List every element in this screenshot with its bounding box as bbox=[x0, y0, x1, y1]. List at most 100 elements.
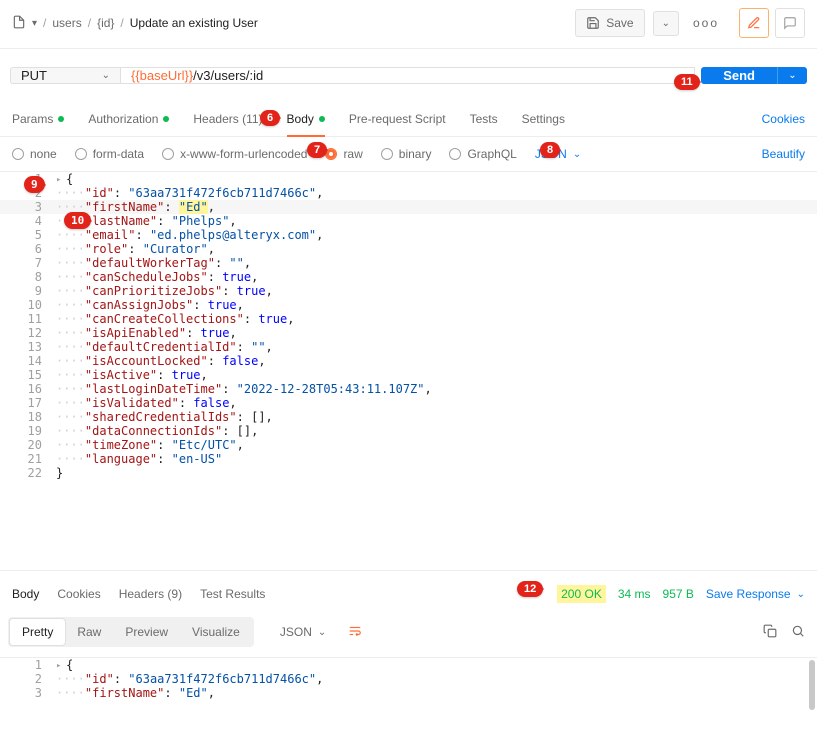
view-preview[interactable]: Preview bbox=[113, 619, 180, 645]
beautify-button[interactable]: Beautify bbox=[762, 147, 805, 161]
status-dot bbox=[58, 116, 64, 122]
view-visualize[interactable]: Visualize bbox=[180, 619, 252, 645]
method-select[interactable]: PUT ⌄ bbox=[10, 67, 120, 84]
comments-button[interactable] bbox=[775, 8, 805, 38]
line-number: 8 bbox=[0, 270, 56, 284]
send-dropdown[interactable]: ⌄ bbox=[777, 67, 807, 84]
wrap-lines-button[interactable] bbox=[340, 618, 370, 647]
status-time: 34 ms bbox=[618, 587, 651, 601]
radio-icon bbox=[381, 148, 393, 160]
radio-icon bbox=[75, 148, 87, 160]
code-line: 17····"isValidated": false, bbox=[0, 396, 817, 410]
breadcrumb-segment[interactable]: {id} bbox=[97, 16, 114, 30]
response-view-segment: Pretty Raw Preview Visualize bbox=[8, 617, 254, 647]
scrollbar[interactable] bbox=[809, 660, 815, 710]
body-type-binary[interactable]: binary bbox=[381, 147, 432, 161]
line-number: 9 bbox=[0, 284, 56, 298]
chevron-down-icon: ⌄ bbox=[662, 18, 670, 29]
tab-params[interactable]: Params bbox=[12, 102, 64, 136]
line-number: 3 bbox=[0, 686, 56, 700]
more-menu[interactable]: ooo bbox=[687, 16, 725, 30]
tab-authorization[interactable]: Authorization bbox=[88, 102, 169, 136]
line-number: 5 bbox=[0, 228, 56, 242]
tab-settings[interactable]: Settings bbox=[522, 102, 565, 136]
code-line: 8····"canScheduleJobs": true, bbox=[0, 270, 817, 284]
code-line: 1▸{ bbox=[0, 172, 817, 186]
url-path: /v3/users/:id bbox=[193, 68, 263, 83]
annotation-8: 8 bbox=[540, 142, 560, 158]
response-format-dropdown[interactable]: JSON⌄ bbox=[270, 619, 336, 645]
line-number: 13 bbox=[0, 340, 56, 354]
body-type-form-data[interactable]: form-data bbox=[75, 147, 144, 161]
edit-button[interactable] bbox=[739, 8, 769, 38]
pencil-icon bbox=[747, 16, 761, 30]
cookies-link[interactable]: Cookies bbox=[762, 102, 805, 136]
response-tab-body[interactable]: Body bbox=[12, 587, 39, 601]
search-response-button[interactable] bbox=[791, 624, 805, 641]
annotation-10: 10 bbox=[64, 212, 91, 229]
save-icon bbox=[586, 16, 600, 30]
response-tab-cookies[interactable]: Cookies bbox=[57, 587, 100, 601]
request-title[interactable]: Update an existing User bbox=[130, 16, 258, 30]
method-label: PUT bbox=[21, 68, 47, 83]
response-tab-tests[interactable]: Test Results bbox=[200, 587, 265, 601]
annotation-12: 12 bbox=[517, 581, 543, 597]
code-line: 13····"defaultCredentialId": "", bbox=[0, 340, 817, 354]
body-type-none[interactable]: none bbox=[12, 147, 57, 161]
code-line: 11····"canCreateCollections": true, bbox=[0, 312, 817, 326]
code-line: 1▸{ bbox=[0, 658, 817, 672]
response-tab-headers[interactable]: Headers (9) bbox=[119, 587, 182, 601]
status-dot bbox=[163, 116, 169, 122]
url-input[interactable]: {{baseUrl}}/v3/users/:id bbox=[120, 67, 695, 84]
tab-headers[interactable]: Headers (11) bbox=[193, 102, 262, 136]
breadcrumb-segment[interactable]: users bbox=[52, 16, 81, 30]
chevron-down-icon: ⌄ bbox=[788, 70, 796, 81]
copy-response-button[interactable] bbox=[763, 624, 777, 641]
code-line: 12····"isApiEnabled": true, bbox=[0, 326, 817, 340]
url-variable: {{baseUrl}} bbox=[131, 68, 193, 83]
chevron-down-icon: ⌄ bbox=[102, 70, 110, 81]
save-button[interactable]: Save bbox=[575, 9, 644, 37]
radio-icon bbox=[12, 148, 24, 160]
tab-body[interactable]: Body bbox=[287, 102, 325, 136]
view-pretty[interactable]: Pretty bbox=[10, 619, 65, 645]
code-line: 21····"language": "en-US" bbox=[0, 452, 817, 466]
breadcrumb: ▾ / users / {id} / Update an existing Us… bbox=[12, 15, 258, 32]
status-code: 200 OK bbox=[557, 585, 606, 603]
code-line: 19····"dataConnectionIds": [], bbox=[0, 424, 817, 438]
line-number: 12 bbox=[0, 326, 56, 340]
body-type-urlencoded[interactable]: x-www-form-urlencoded bbox=[162, 147, 307, 161]
wrap-icon bbox=[348, 624, 362, 638]
code-line: 22} bbox=[0, 466, 817, 480]
annotation-9: 9 bbox=[24, 176, 45, 193]
line-number: 11 bbox=[0, 312, 56, 326]
code-line: 3····"firstName": "Ed", bbox=[0, 200, 817, 214]
save-response-button[interactable]: Save Response⌄ bbox=[706, 587, 805, 601]
radio-icon bbox=[449, 148, 461, 160]
copy-icon bbox=[763, 624, 777, 638]
code-line: 5····"email": "ed.phelps@alteryx.com", bbox=[0, 228, 817, 242]
response-body-editor[interactable]: 1▸{2····"id": "63aa731f472f6cb711d7466c"… bbox=[0, 658, 817, 700]
request-body-editor[interactable]: 9 10 1▸{2····"id": "63aa731f472f6cb711d7… bbox=[0, 171, 817, 571]
status-size: 957 B bbox=[663, 587, 694, 601]
save-dropdown[interactable]: ⌄ bbox=[653, 11, 679, 36]
tab-tests[interactable]: Tests bbox=[470, 102, 498, 136]
chevron-down-icon: ⌄ bbox=[318, 627, 326, 638]
line-number: 22 bbox=[0, 466, 56, 480]
line-number: 16 bbox=[0, 382, 56, 396]
code-line: 18····"sharedCredentialIds": [], bbox=[0, 410, 817, 424]
search-icon bbox=[791, 624, 805, 638]
line-number: 6 bbox=[0, 242, 56, 256]
code-line: 6····"role": "Curator", bbox=[0, 242, 817, 256]
code-line: 2····"id": "63aa731f472f6cb711d7466c", bbox=[0, 672, 817, 686]
tab-pre-request[interactable]: Pre-request Script bbox=[349, 102, 446, 136]
line-number: 15 bbox=[0, 368, 56, 382]
chevron-down-icon: ⌄ bbox=[573, 149, 581, 160]
code-line: 3····"firstName": "Ed", bbox=[0, 686, 817, 700]
comment-icon bbox=[783, 16, 797, 30]
view-raw[interactable]: Raw bbox=[65, 619, 113, 645]
body-type-graphql[interactable]: GraphQL bbox=[449, 147, 516, 161]
chevron-down-icon: ⌄ bbox=[797, 589, 805, 600]
code-line: 10····"canAssignJobs": true, bbox=[0, 298, 817, 312]
send-button[interactable]: Send bbox=[701, 67, 777, 84]
